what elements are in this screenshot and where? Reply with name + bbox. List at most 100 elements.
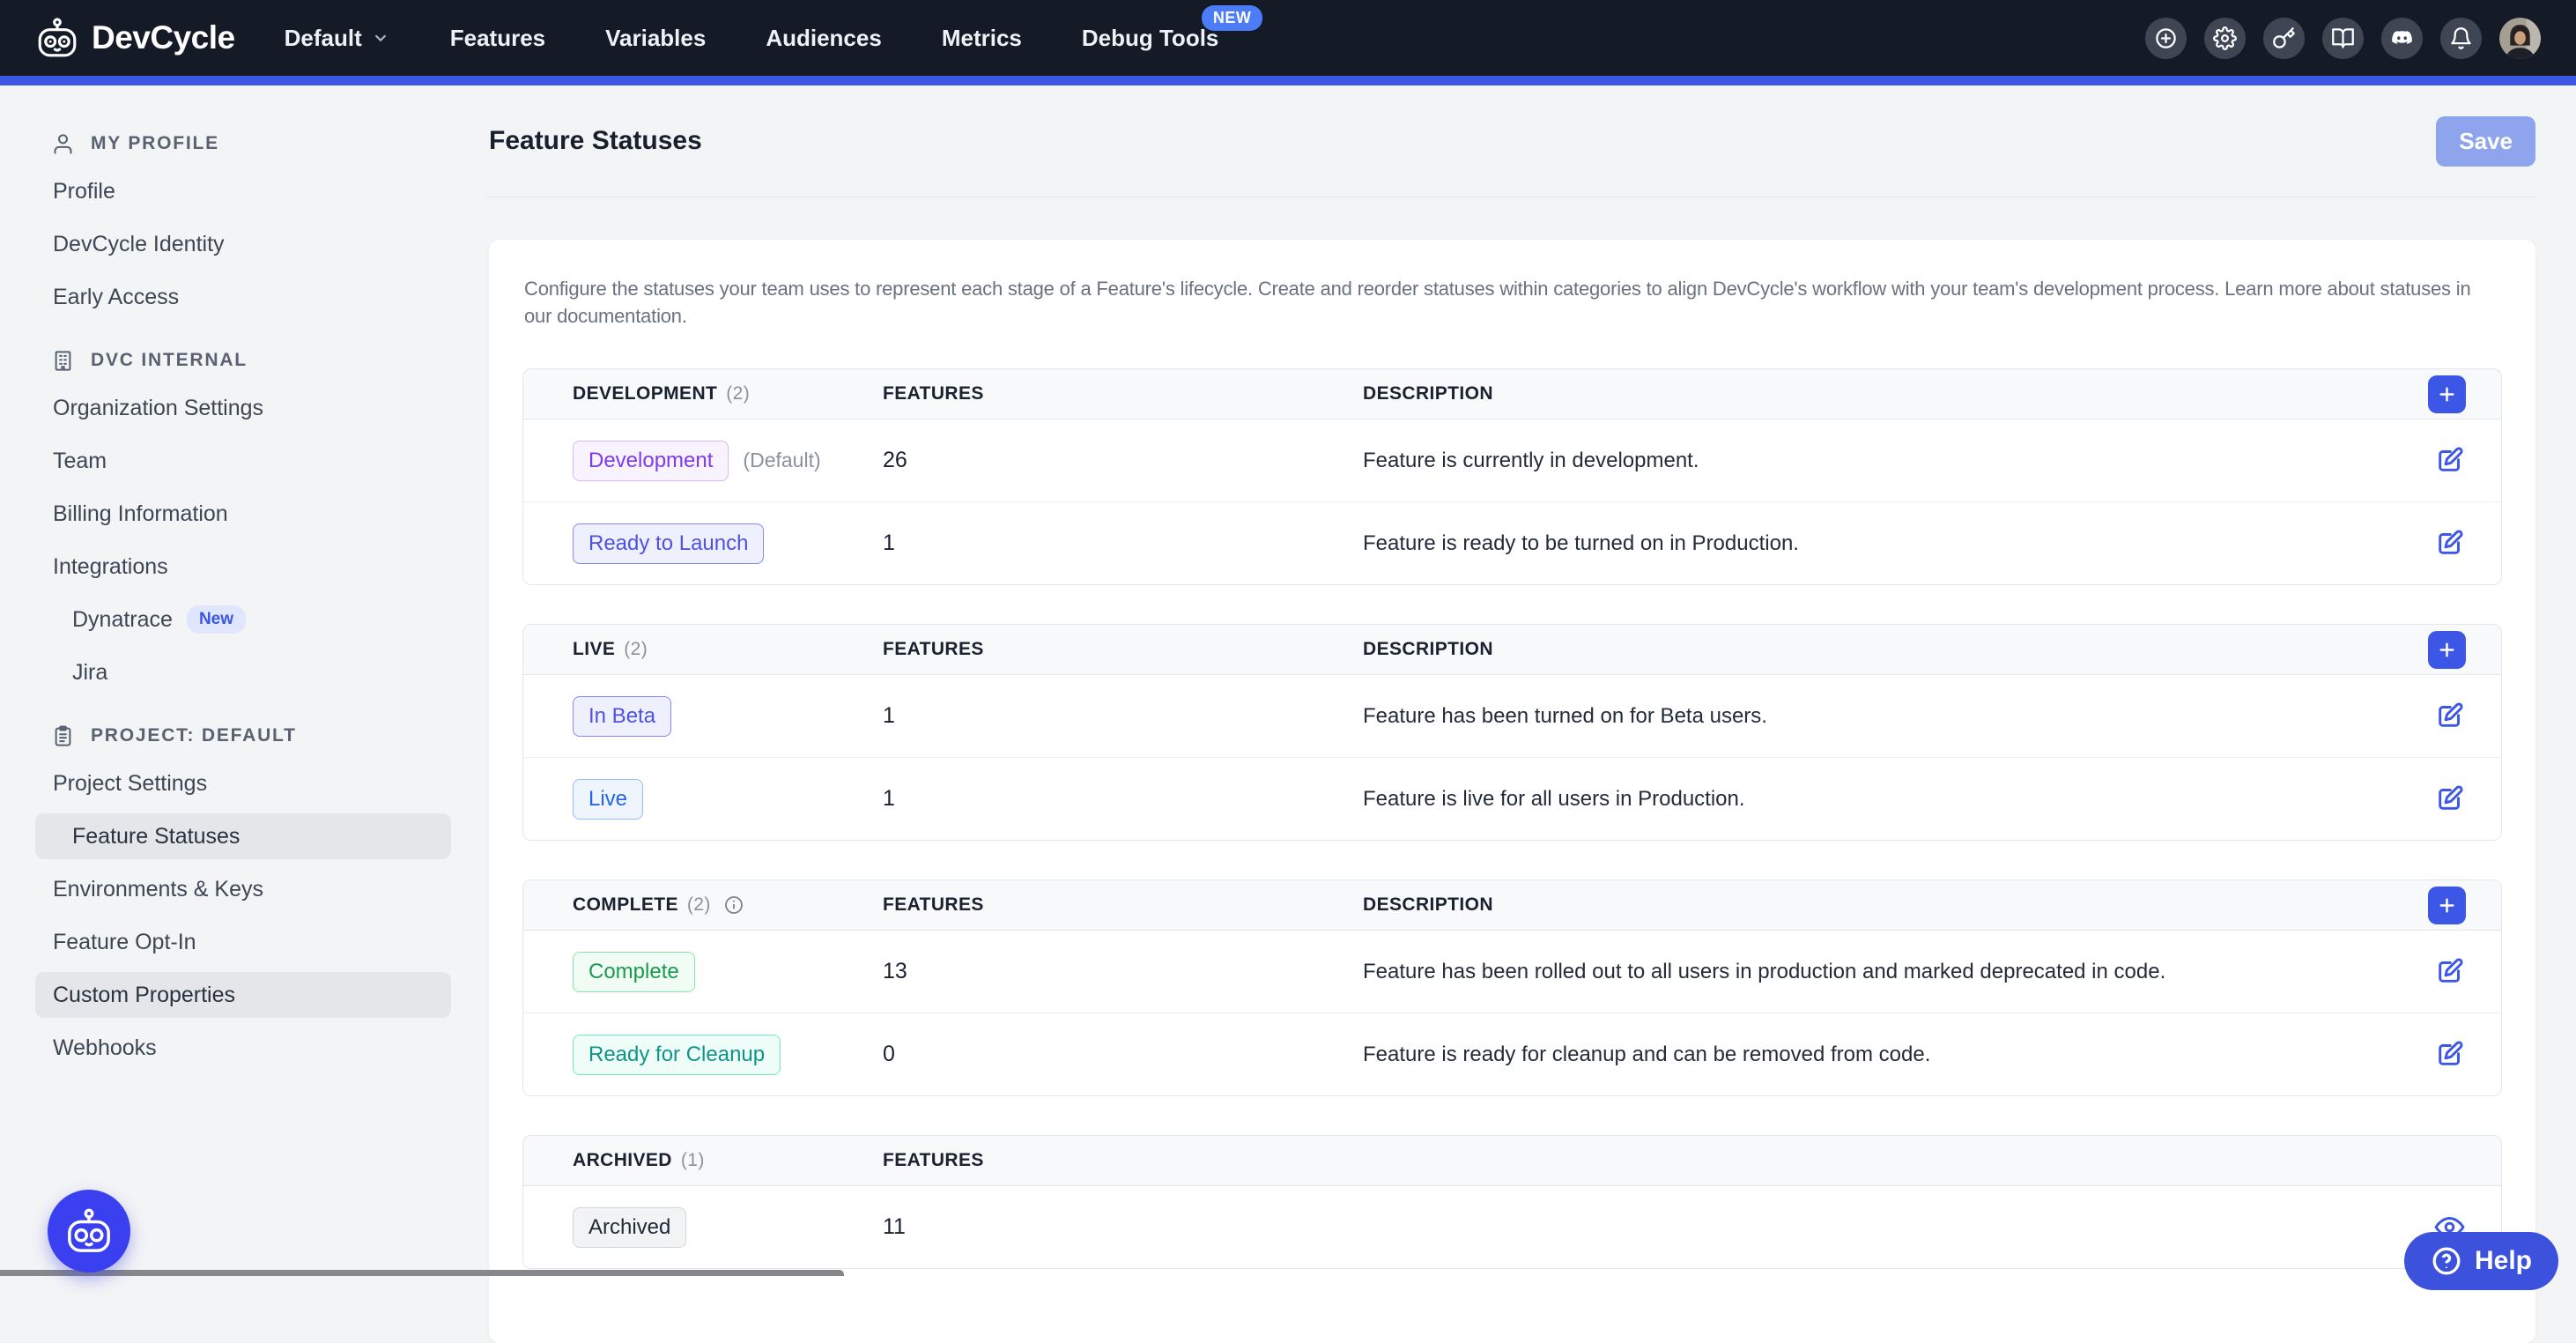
settings-sidebar: MY PROFILE Profile DevCycle Identity Early … <box>0 85 486 1276</box>
nav-item-default[interactable]: Default <box>255 0 420 76</box>
save-button[interactable]: Save <box>2436 116 2535 167</box>
status-badge-cell: Ready for Cleanup <box>573 1035 883 1075</box>
add-status-button[interactable] <box>2428 631 2466 669</box>
status-row-ready-to-launch: Ready to Launch1Feature is ready to be t… <box>523 502 2501 584</box>
discord-button[interactable] <box>2381 18 2423 59</box>
edit-status-button[interactable] <box>2433 1038 2466 1071</box>
category-count: (2) <box>726 383 750 404</box>
nav-item-label: Metrics <box>942 25 1022 52</box>
status-description: Feature is ready for cleanup and can be … <box>1363 1042 2409 1067</box>
status-table-development: DEVELOPMENT (2)FEATURESDESCRIPTIONDevelo… <box>522 368 2502 585</box>
features-count: 1 <box>883 703 1363 729</box>
sidebar-item-feature-statuses[interactable]: Feature Statuses <box>35 813 451 859</box>
notifications-bell-button[interactable] <box>2440 18 2482 59</box>
sidebar-item-custom-properties[interactable]: Custom Properties <box>35 972 451 1018</box>
sidebar-section-header: MY PROFILE <box>0 126 486 161</box>
edit-pencil-icon <box>2433 527 2466 560</box>
status-description: Feature is currently in development. <box>1363 449 2409 473</box>
status-badge: Complete <box>573 952 695 992</box>
sidebar-item-label: DevCycle Identity <box>53 232 225 257</box>
sidebar-item-early-access[interactable]: Early Access <box>35 274 451 320</box>
status-badge: Archived <box>573 1207 686 1248</box>
status-row-in-beta: In Beta1Feature has been turned on for B… <box>523 675 2501 758</box>
table-header-row: LIVE (2)FEATURESDESCRIPTION <box>523 625 2501 675</box>
category-name: COMPLETE <box>573 894 678 916</box>
nav-item-audiences[interactable]: Audiences <box>736 0 912 76</box>
api-key-icon <box>2272 26 2296 50</box>
sidebar-item-billing-information[interactable]: Billing Information <box>35 491 451 537</box>
status-description: Feature is ready to be turned on in Prod… <box>1363 531 2409 556</box>
sidebar-item-dynatrace[interactable]: DynatraceNew <box>35 597 451 642</box>
status-bar-strip <box>0 1270 844 1276</box>
sidebar-item-devcycle-identity[interactable]: DevCycle Identity <box>35 221 451 267</box>
status-row-ready-for-cleanup: Ready for Cleanup0Feature is ready for c… <box>523 1013 2501 1095</box>
sidebar-item-label: Project Settings <box>53 771 207 797</box>
sidebar-section-title: DVC INTERNAL <box>91 350 248 371</box>
help-button[interactable]: Help <box>2404 1232 2558 1290</box>
nav-item-label: Default <box>285 25 362 52</box>
sidebar-item-label: Feature Opt-In <box>53 930 196 955</box>
nav-item-debug-tools[interactable]: Debug ToolsNEW <box>1052 0 1249 76</box>
edit-status-button[interactable] <box>2433 527 2466 560</box>
features-count: 1 <box>883 531 1363 556</box>
column-header-description: DESCRIPTION <box>1363 894 2409 916</box>
sidebar-item-profile[interactable]: Profile <box>35 168 451 214</box>
sidebar-item-jira[interactable]: Jira <box>35 649 451 695</box>
sidebar-item-label: Feature Statuses <box>72 824 240 850</box>
status-badge-cell: Live <box>573 779 883 820</box>
info-icon[interactable] <box>723 894 744 916</box>
add-status-button[interactable] <box>2428 887 2466 924</box>
documentation-book-button[interactable] <box>2322 18 2364 59</box>
table-header-action-cell <box>2409 887 2466 924</box>
status-row-development: Development(Default)26Feature is current… <box>523 419 2501 502</box>
edit-status-button[interactable] <box>2433 700 2466 732</box>
sidebar-item-environments-keys[interactable]: Environments & Keys <box>35 866 451 912</box>
nav-item-variables[interactable]: Variables <box>575 0 736 76</box>
feature-statuses-card: Configure the statuses your team uses to… <box>489 240 2535 1343</box>
status-description: Feature is live for all users in Product… <box>1363 787 2409 812</box>
status-tables: DEVELOPMENT (2)FEATURESDESCRIPTIONDevelo… <box>522 368 2502 1269</box>
sidebar-item-label: Early Access <box>53 285 179 310</box>
sidebar-item-label: Dynatrace <box>72 607 173 633</box>
category-label: DEVELOPMENT (2) <box>573 383 883 404</box>
column-header-description: DESCRIPTION <box>1363 639 2409 660</box>
chatbot-button[interactable] <box>48 1190 130 1273</box>
devcycle-robot-icon <box>35 16 79 60</box>
sidebar-section-my-profile: MY PROFILE Profile DevCycle Identity Early … <box>0 126 486 320</box>
add-circle-button[interactable] <box>2145 18 2187 59</box>
nav-item-features[interactable]: Features <box>420 0 575 76</box>
edit-status-button[interactable] <box>2433 444 2466 477</box>
intro-text: Configure the statuses your team uses to… <box>524 275 2500 330</box>
nav-item-label: Variables <box>605 25 706 52</box>
plus-icon <box>2436 639 2458 661</box>
sidebar-item-organization-settings[interactable]: Organization Settings <box>35 385 451 431</box>
table-header-row: ARCHIVED (1)FEATURES <box>523 1136 2501 1186</box>
devcycle-logo[interactable]: DevCycle <box>35 16 235 60</box>
sidebar-item-label: Custom Properties <box>53 983 235 1008</box>
sidebar-item-webhooks[interactable]: Webhooks <box>35 1025 451 1071</box>
edit-status-button[interactable] <box>2433 955 2466 988</box>
nav-item-metrics[interactable]: Metrics <box>912 0 1052 76</box>
category-count: (2) <box>687 894 711 916</box>
add-status-button[interactable] <box>2428 375 2466 413</box>
user-avatar[interactable] <box>2499 18 2541 59</box>
edit-pencil-icon <box>2433 1038 2466 1071</box>
sidebar-item-label: Profile <box>53 179 115 204</box>
settings-gear-button[interactable] <box>2204 18 2246 59</box>
add-circle-icon <box>2154 26 2178 50</box>
category-count: (2) <box>624 639 648 660</box>
sidebar-item-project-settings[interactable]: Project Settings <box>35 761 451 806</box>
sidebar-item-feature-opt-in[interactable]: Feature Opt-In <box>35 919 451 965</box>
row-action-cell <box>2409 444 2466 477</box>
row-action-cell <box>2409 527 2466 560</box>
sidebar-section-project-default: PROJECT: DEFAULTProject SettingsFeature … <box>0 718 486 1071</box>
api-key-button[interactable] <box>2263 18 2305 59</box>
column-header-description: DESCRIPTION <box>1363 383 2409 404</box>
sidebar-item-integrations[interactable]: Integrations <box>35 544 451 590</box>
sidebar-item-label: Billing Information <box>53 501 228 527</box>
sidebar-item-team[interactable]: Team <box>35 438 451 484</box>
category-label: COMPLETE (2) <box>573 894 883 916</box>
page-title: Feature Statuses <box>489 126 702 156</box>
row-action-cell <box>2409 1038 2466 1071</box>
edit-status-button[interactable] <box>2433 783 2466 815</box>
